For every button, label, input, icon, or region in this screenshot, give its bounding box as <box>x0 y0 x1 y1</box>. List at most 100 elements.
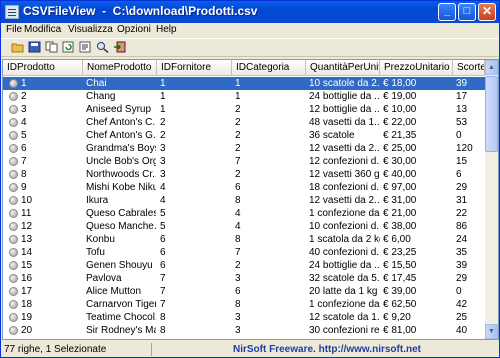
table-row[interactable]: 15 Genen Shouyu 6 2 24 bottiglie da ... € 15,… <box>3 259 485 272</box>
table-row[interactable]: 5 Chef Anton's G... 2 2 36 scatole € 21,35 0 <box>3 129 485 142</box>
table-cell: 7 <box>235 247 241 258</box>
table-cell: Aniseed Syrup <box>86 104 152 115</box>
properties-icon[interactable] <box>79 41 92 53</box>
table-cell: Sir Rodney's Ma... <box>86 325 156 336</box>
table-cell: Carnarvon Tigers <box>86 299 156 310</box>
table-cell: 9 <box>21 182 27 193</box>
table-cell: 12 bottiglie da ... <box>309 104 380 115</box>
column-header-nomeprodotto[interactable]: NomeProdotto <box>83 60 157 76</box>
table-cell: Konbu <box>86 234 115 245</box>
table-cell: 42 <box>456 299 468 310</box>
table-row[interactable]: 7 Uncle Bob's Org... 3 7 12 confezioni d...€… <box>3 155 485 168</box>
status-nirsoft-link[interactable]: NirSoft Freeware. http://www.nirsoft.net <box>233 343 421 356</box>
column-header-idfornitore[interactable]: IDFornitore <box>157 60 232 76</box>
find-icon[interactable] <box>96 41 109 54</box>
table-row[interactable]: 2 Chang 1 1 24 bottiglie da ... € 19,00 17 <box>3 90 485 103</box>
row-bullet-icon <box>9 196 18 205</box>
table-cell: € 25,00 <box>383 143 417 154</box>
copy-icon[interactable] <box>45 41 58 53</box>
table-cell: 2 <box>21 91 27 102</box>
minimize-button[interactable]: _ <box>438 3 456 21</box>
table-cell: 8 <box>235 299 241 310</box>
menu-visualizza[interactable]: Visualizza <box>68 24 113 35</box>
save-icon[interactable] <box>28 41 41 53</box>
table-cell: 24 bottiglie da ... <box>309 260 380 271</box>
table-cell: Mishi Kobe Niku <box>86 182 156 193</box>
table-cell: 7 <box>160 286 166 297</box>
vertical-scrollbar[interactable]: ▲ ▼ <box>485 60 498 339</box>
column-header-idcategoria[interactable]: IDCategoria <box>232 60 306 76</box>
scroll-up-arrow-icon[interactable]: ▲ <box>485 60 498 75</box>
table-cell: 6 <box>160 234 166 245</box>
exit-icon[interactable] <box>113 41 126 53</box>
table-row[interactable]: 19 Teatime Chocol... 8 3 12 scatole da 1... €… <box>3 311 485 324</box>
column-header-idprodotto[interactable]: IDProdotto <box>3 60 83 76</box>
table-row[interactable]: 9 Mishi Kobe Niku 4 6 18 confezioni d... € 97… <box>3 181 485 194</box>
table-cell: 12 vasetti 360 g <box>309 169 380 180</box>
menu-file[interactable]: File <box>6 24 22 35</box>
table-cell: 39 <box>456 78 468 89</box>
table-row[interactable]: 6 Grandma's Boys... 3 2 12 vasetti da 2...€ … <box>3 142 485 155</box>
table-cell: Pavlova <box>86 273 122 284</box>
table-cell: 1 scatola da 2 kg <box>309 234 380 245</box>
table-cell: 1 <box>160 91 166 102</box>
table-cell: 35 <box>456 247 468 258</box>
table-row[interactable]: 4 Chef Anton's C... 2 2 48 vasetti da 1... € … <box>3 116 485 129</box>
table-row[interactable]: 11 Queso Cabrales 5 4 1 confezione da...€ 21… <box>3 207 485 220</box>
table-cell: 5 <box>160 208 166 219</box>
table-row[interactable]: 8 Northwoods Cr... 3 2 12 vasetti 360 g € 40,… <box>3 168 485 181</box>
table-cell: 3 <box>160 169 166 180</box>
table-cell: 53 <box>456 117 468 128</box>
row-bullet-icon <box>9 92 18 101</box>
row-bullet-icon <box>9 170 18 179</box>
table-cell: Alice Mutton <box>86 286 142 297</box>
row-bullet-icon <box>9 131 18 140</box>
table-cell: € 21,00 <box>383 208 417 219</box>
table-cell: 1 <box>235 78 241 89</box>
close-button[interactable]: ✕ <box>478 3 496 21</box>
row-bullet-icon <box>9 261 18 270</box>
table-cell: 12 confezioni d... <box>309 156 380 167</box>
table-row[interactable]: 1 Chai 1 1 10 scatole da 2... € 18,00 39 <box>3 77 485 90</box>
table-cell: 6 <box>160 247 166 258</box>
table-row[interactable]: 14 Tofu 6 7 40 confezioni d... € 23,25 35 <box>3 246 485 259</box>
menu-help[interactable]: Help <box>156 24 177 35</box>
row-bullet-icon <box>9 118 18 127</box>
column-header-scorte[interactable]: Scorte <box>453 60 485 76</box>
table-cell: 10 confezioni d... <box>309 221 380 232</box>
table-row[interactable]: 13 Konbu 6 8 1 scatola da 2 kg € 6,00 24 <box>3 233 485 246</box>
maximize-button[interactable]: □ <box>458 3 476 21</box>
refresh-icon[interactable] <box>62 41 75 53</box>
table-cell: 10 scatole da 2... <box>309 78 380 89</box>
table-cell: 0 <box>456 130 462 141</box>
table-row[interactable]: 18 Carnarvon Tigers 7 8 1 confezione da...€ … <box>3 298 485 311</box>
menu-opzioni[interactable]: Opzioni <box>117 24 151 35</box>
open-folder-icon[interactable] <box>11 41 24 53</box>
table-cell: 12 vasetti da 2... <box>309 195 380 206</box>
row-bullet-icon <box>9 144 18 153</box>
scroll-thumb[interactable] <box>485 76 498 152</box>
table-row[interactable]: 3 Aniseed Syrup 1 2 12 bottiglie da ... € 10,… <box>3 103 485 116</box>
table-row[interactable]: 12 Queso Manche... 5 4 10 confezioni d... € 3… <box>3 220 485 233</box>
menu-modifica[interactable]: Modifica <box>24 24 61 35</box>
table-row[interactable]: 20 Sir Rodney's Ma... 8 3 30 confezioni re..… <box>3 324 485 337</box>
table-cell: 32 scatole da 5... <box>309 273 380 284</box>
scroll-down-arrow-icon[interactable]: ▼ <box>485 324 498 339</box>
table-row[interactable]: 10 Ikura 4 8 12 vasetti da 2... € 31,00 31 <box>3 194 485 207</box>
table-cell: 17 <box>21 286 33 297</box>
title-bar[interactable]: CSVFileView - C:\download\Prodotti.csv _… <box>1 1 499 23</box>
table-row[interactable]: 17 Alice Mutton 7 6 20 latte da 1 kg € 39,00 0 <box>3 285 485 298</box>
table-cell: Genen Shouyu <box>86 260 153 271</box>
column-header-quantitaperunita[interactable]: QuantitàPerUnità <box>306 60 380 76</box>
table-cell: 2 <box>235 117 241 128</box>
table-cell: 4 <box>160 182 166 193</box>
table-cell: 15 <box>456 156 468 167</box>
table-row[interactable]: 16 Pavlova 7 3 32 scatole da 5... € 17,45 29 <box>3 272 485 285</box>
column-header-prezzounitario[interactable]: PrezzoUnitario <box>380 60 453 76</box>
table-cell: 29 <box>456 273 468 284</box>
status-divider <box>151 343 152 356</box>
table-cell: 8 <box>160 325 166 336</box>
table-cell: 24 bottiglie da ... <box>309 91 380 102</box>
table-cell: 5 <box>21 130 27 141</box>
products-table[interactable]: IDProdotto NomeProdotto IDFornitore IDCa… <box>2 59 499 340</box>
